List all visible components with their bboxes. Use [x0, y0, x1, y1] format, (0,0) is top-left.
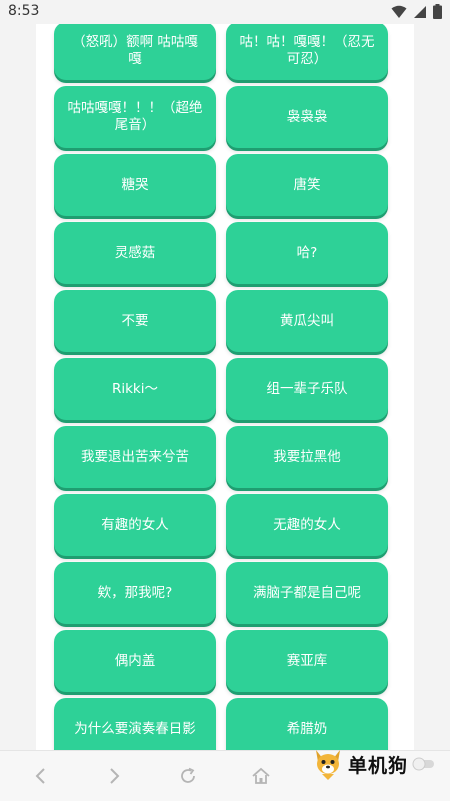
watermark: 单机狗 — [312, 744, 436, 784]
status-bar: 8:53 — [0, 0, 450, 24]
status-time: 8:53 — [8, 3, 40, 19]
signal-icon — [414, 5, 426, 18]
sound-button[interactable]: 我要拉黑他 — [226, 426, 388, 488]
chevron-right-icon — [110, 768, 120, 784]
sound-button[interactable]: 糖哭 — [54, 154, 216, 216]
sound-button[interactable]: 为什么要演奏春日影 — [54, 698, 216, 750]
sound-button[interactable]: 袅袅袅 — [226, 86, 388, 148]
sound-button-grid: （怒吼）额啊 咕咕嘎嘎 咕！咕！嘎嘎！（忍无可忍） 咕咕嘎嘎！！！（超绝尾音） 袅袅袅… — [54, 24, 390, 750]
chevron-left-icon — [35, 768, 45, 784]
sound-button[interactable]: 黄瓜尖叫 — [226, 290, 388, 352]
sound-button[interactable]: 唐笑 — [226, 154, 388, 216]
home-icon — [252, 767, 270, 784]
refresh-icon — [181, 767, 195, 783]
sound-button[interactable]: 希腊奶 — [226, 698, 388, 750]
sound-button[interactable]: 欸，那我呢? — [54, 562, 216, 624]
sound-button[interactable]: 咕咕嘎嘎！！！（超绝尾音） — [54, 86, 216, 148]
sound-button[interactable]: Rikki～ — [54, 358, 216, 420]
back-button[interactable] — [28, 763, 54, 789]
battery-icon — [433, 4, 442, 19]
toggle-icon — [412, 757, 435, 771]
status-icons — [391, 4, 442, 19]
watermark-text: 单机狗 — [348, 754, 409, 777]
sound-button[interactable]: 无趣的女人 — [226, 494, 388, 556]
sound-button[interactable]: 偶内盖 — [54, 630, 216, 692]
dog-mascot-icon — [316, 750, 340, 780]
sound-button[interactable]: 有趣的女人 — [54, 494, 216, 556]
sound-button[interactable]: 赛亚库 — [226, 630, 388, 692]
forward-button[interactable] — [101, 763, 127, 789]
sound-button[interactable]: 组一辈子乐队 — [226, 358, 388, 420]
sound-button[interactable]: 咕！咕！嘎嘎！（忍无可忍） — [226, 24, 388, 80]
wifi-icon — [391, 5, 407, 18]
sound-button[interactable]: （怒吼）额啊 咕咕嘎嘎 — [54, 24, 216, 80]
sound-board: （怒吼）额啊 咕咕嘎嘎 咕！咕！嘎嘎！（忍无可忍） 咕咕嘎嘎！！！（超绝尾音） 袅袅袅… — [36, 24, 414, 750]
sound-button[interactable]: 满脑子都是自己呢 — [226, 562, 388, 624]
home-button[interactable] — [248, 763, 274, 789]
sound-button[interactable]: 我要退出苦来兮苦 — [54, 426, 216, 488]
refresh-button[interactable] — [175, 763, 201, 789]
sound-button[interactable]: 哈? — [226, 222, 388, 284]
sound-button[interactable]: 不要 — [54, 290, 216, 352]
sound-button[interactable]: 灵感菇 — [54, 222, 216, 284]
